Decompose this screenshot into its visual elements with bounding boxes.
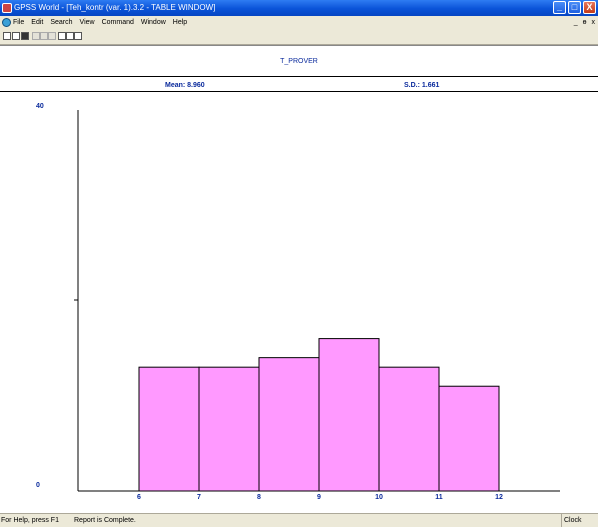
mdi-restore-button[interactable]: ɵ xyxy=(583,16,587,29)
histogram-bar-10-11 xyxy=(378,366,440,492)
histogram-bar-7-8 xyxy=(198,366,260,492)
histogram-bar-8-9 xyxy=(258,357,320,492)
menu-edit[interactable]: Edit xyxy=(30,16,44,29)
table-window: T_PROVER Mean: 8.960 S.D.: 1.661 40 0 67… xyxy=(0,45,598,513)
status-report-text: Report is Complete. xyxy=(74,517,136,524)
copy-icon xyxy=(40,32,48,40)
menu-command[interactable]: Command xyxy=(101,16,135,29)
paste-icon xyxy=(48,32,56,40)
menu-window[interactable]: Window xyxy=(140,16,167,29)
menu-search[interactable]: Search xyxy=(49,16,73,29)
mdi-close-button[interactable]: x xyxy=(592,16,596,29)
menu-view[interactable]: View xyxy=(79,16,96,29)
save-icon[interactable] xyxy=(21,32,29,40)
print-icon[interactable] xyxy=(58,32,66,40)
x-tick-label-12: 12 xyxy=(495,494,503,501)
histogram-chart: 6 7 8 9 10 11 12 xyxy=(74,110,560,501)
x-tick-label-8: 8 xyxy=(257,494,261,501)
title-bar: GPSS World - [Teh_kontr (var. 1).3.2 - T… xyxy=(0,0,598,16)
context-help-icon[interactable] xyxy=(74,32,82,40)
new-file-icon[interactable] xyxy=(3,32,11,40)
status-bar: For Help, press F1 Report is Complete. C… xyxy=(0,513,598,527)
x-tick-label-11: 11 xyxy=(435,494,443,501)
x-tick-label-7: 7 xyxy=(197,494,201,501)
about-icon[interactable] xyxy=(66,32,74,40)
close-button[interactable]: X xyxy=(583,1,596,14)
status-help-text: For Help, press F1 xyxy=(1,517,59,524)
menu-help[interactable]: Help xyxy=(172,16,188,29)
status-clock: Clock xyxy=(561,514,582,527)
document-icon[interactable] xyxy=(2,18,11,27)
x-tick-label-10: 10 xyxy=(375,494,383,501)
mdi-minimize-button[interactable]: _ xyxy=(574,16,578,29)
histogram-bar-11-12 xyxy=(438,385,500,492)
minimize-button[interactable]: _ xyxy=(553,1,566,14)
toolbar xyxy=(0,29,598,45)
maximize-button[interactable]: □ xyxy=(568,1,581,14)
app-icon xyxy=(2,3,12,13)
histogram-bar-9-10 xyxy=(318,338,380,492)
cut-icon xyxy=(32,32,40,40)
menu-file[interactable]: File xyxy=(12,16,25,29)
window-title: GPSS World - [Teh_kontr (var. 1).3.2 - T… xyxy=(14,3,216,12)
x-tick-label-9: 9 xyxy=(317,494,321,501)
x-tick-label-6: 6 xyxy=(137,494,141,501)
open-file-icon[interactable] xyxy=(12,32,20,40)
histogram-bar-6-7 xyxy=(138,366,200,492)
menu-bar: File Edit Search View Command Window Hel… xyxy=(0,16,598,29)
